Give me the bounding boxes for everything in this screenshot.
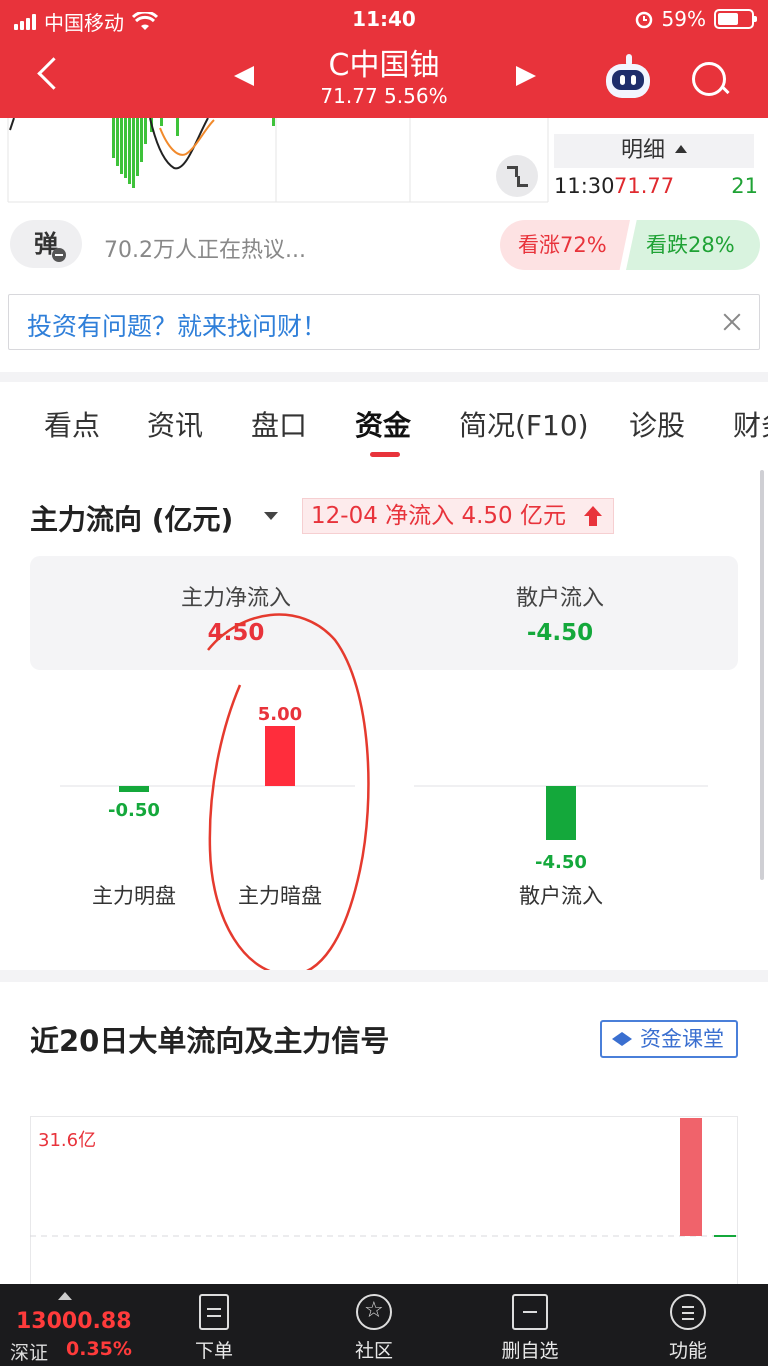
bar-label-main-dark: 主力暗盘 [238,884,322,908]
remove-watchlist-label: 删自选 [501,1340,559,1362]
minus-box-icon [512,1294,548,1330]
big-order-section-title: 近20日大单流向及主力信号 [30,1024,390,1058]
community-label: 社区 [354,1340,393,1362]
graduation-cap-icon [612,1032,632,1046]
tab-news[interactable]: 资讯 [147,404,203,444]
functions-label: 功能 [668,1340,707,1362]
caret-up-icon [675,145,687,153]
dropdown-arrow-icon[interactable] [264,512,278,520]
bullish-vote-button[interactable]: 看涨72% [500,220,630,270]
detail-price: 71.77 [614,174,675,198]
index-value[interactable]: 13000.88 [16,1309,132,1334]
detail-volume: 21 [731,174,758,198]
active-tab-indicator [370,452,400,457]
community-star-icon [356,1294,392,1330]
bar-value-retail: -4.50 [535,852,587,873]
status-right: 59% [634,7,757,31]
flow-bar-1 [265,726,295,786]
netflow-badge: 12-04 净流入 4.50 亿元 [302,498,614,534]
detail-title: 明细 [620,138,665,163]
flow-bar-2 [546,786,576,840]
big-order-bar [680,1118,702,1236]
assistant-robot-icon[interactable] [604,54,652,100]
battery-percent: 59% [661,7,706,31]
expand-index-icon[interactable] [58,1292,72,1300]
minus-icon [52,248,66,262]
main-flow-bar-chart: -0.50 5.00 -4.50 主力明盘 主力暗盘 散户流入 [0,670,768,970]
big-order-y-label: 31.6亿 [38,1130,97,1151]
tab-highlights[interactable]: 看点 [44,404,100,444]
bar-label-retail: 散户流入 [519,884,603,908]
detail-row: 11:30 71.77 21 [554,174,758,198]
bearish-vote-button[interactable]: 看跌28% [626,220,760,270]
community-button[interactable]: 社区 [314,1292,434,1362]
flow-summary-card: 主力净流入 4.50 散户流入 -4.50 [30,556,738,670]
functions-button[interactable]: 功能 [628,1292,748,1362]
capital-classroom-label: 资金课堂 [640,1027,724,1051]
menu-icon [670,1294,706,1330]
capital-classroom-button[interactable]: 资金课堂 [600,1020,738,1058]
expand-chart-icon[interactable] [496,155,538,197]
banner-text: 投资有问题？就来找问财！ [27,312,328,341]
section-divider [0,970,768,982]
document-icon [199,1294,229,1330]
bar-value-main-dark: 5.00 [257,704,303,725]
ask-banner[interactable]: 投资有问题？就来找问财！ [8,294,760,350]
retail-inflow-value: -4.50 [526,620,594,646]
search-icon[interactable] [690,60,730,100]
order-label: 下单 [194,1340,233,1362]
danmu-toggle-button[interactable]: 弹 [10,220,82,268]
status-bar: 中国移动 11:40 59% [0,0,768,38]
main-net-inflow-value: 4.50 [207,620,265,646]
discussion-count[interactable]: 70.2万人正在热议... [104,232,306,264]
bar-value-main-open: -0.50 [108,800,160,821]
tab-profile[interactable]: 简况(F10) [459,404,589,444]
remove-watchlist-button[interactable]: 删自选 [470,1292,590,1362]
tab-capital[interactable]: 资金 [355,404,411,444]
bar-label-main-open: 主力明盘 [92,884,176,908]
big-order-chart [30,1116,738,1284]
detail-time: 11:30 [554,174,615,198]
order-button[interactable]: 下单 [154,1292,274,1362]
tab-finance[interactable]: 财务 [733,404,768,444]
flow-bar-0 [119,786,149,792]
tab-orderbook[interactable]: 盘口 [251,404,307,444]
stock-price-change: 71.77 5.56% [320,84,448,108]
close-icon[interactable] [721,311,743,333]
alarm-icon [635,11,652,29]
index-name: 深证 [10,1342,49,1364]
main-net-inflow-label: 主力净流入 [180,586,291,611]
retail-inflow-label: 散户流入 [515,586,604,611]
section-divider [0,372,768,382]
arrow-up-icon [584,506,602,526]
battery-icon [714,9,757,29]
detail-header[interactable]: 明细 [554,134,754,168]
next-stock-icon[interactable] [516,66,536,86]
app-header: 中国移动 11:40 59% C中国铀 71.77 5.56% [0,0,768,118]
stock-name: C中国铀 [328,48,440,83]
tab-diagnosis[interactable]: 诊股 [629,404,685,444]
index-percent: 0.35% [66,1338,132,1360]
main-flow-title: 主力流向 (亿元) [30,503,234,536]
